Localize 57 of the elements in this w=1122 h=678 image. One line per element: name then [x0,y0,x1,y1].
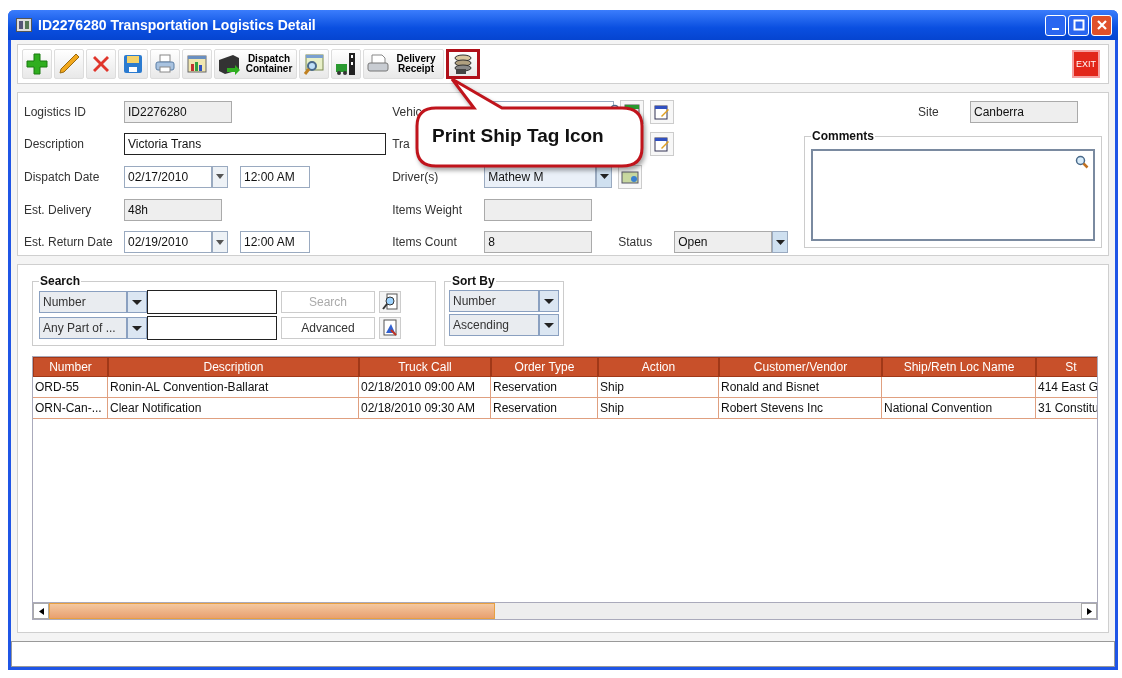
toolbar-labeled-button[interactable]: Dispatch Container [214,49,297,79]
exit-button[interactable]: EXIT [1072,50,1100,78]
table-cell: Ship [598,398,719,419]
callout-label: Print Ship Tag Icon [432,125,604,147]
date-field[interactable]: 02/19/2010 [124,231,212,254]
column-header[interactable]: Number [33,357,108,377]
site-field[interactable]: Canberra [970,101,1078,123]
sort-field-dropdown[interactable]: Number [449,290,539,312]
table-cell: ORN-Can-... [33,398,108,419]
column-header[interactable]: Customer/Vendor [719,357,882,377]
time-field[interactable]: 12:00 AM [240,166,310,188]
field-label: Vehic [392,104,423,119]
table-cell: 02/18/2010 09:30 AM [359,398,491,419]
group-title: Comments [811,129,875,143]
column-header[interactable]: Truck Call [359,357,491,377]
table-cell: Reservation [491,377,598,398]
table-cell: Clear Notification [108,398,359,419]
status-dropdown[interactable]: Open [674,231,773,254]
table-cell: Robert Stevens Inc [719,398,882,419]
field-label: Driver(s) [392,170,440,184]
column-header[interactable]: St [1036,357,1097,377]
advanced-button[interactable]: Advanced [281,317,375,339]
table-cell: 414 East G [1036,377,1097,398]
field-label: Dispatch Date [24,170,101,184]
time-field[interactable]: 12:00 AM [240,231,310,254]
column-header[interactable]: Description [108,357,359,377]
table-cell: Ronin-AL Convention-Ballarat [108,377,359,398]
field-label: Logistics ID [24,104,88,119]
table-cell: 02/18/2010 09:00 AM [359,377,491,398]
logistics-id-field[interactable]: ID2276280 [124,100,232,123]
field-label: Items Count [392,235,458,250]
field-label: Est. Delivery [24,202,93,217]
toolbar-labeled-button[interactable]: Delivery Receipt [363,49,444,79]
sort-order-dropdown[interactable]: Ascending [449,314,539,336]
group-title: Search [39,274,82,288]
date-field[interactable]: 02/17/2010 [124,166,212,188]
est-delivery-field[interactable]: 48h [124,198,222,221]
group-title: Sort By [451,274,496,288]
table-cell: Reservation [491,398,598,419]
field-label: Description [24,137,86,152]
column-header[interactable]: Action [598,357,719,377]
field-label: Tra [392,137,410,152]
table-cell: ORD-55 [33,377,108,398]
table-cell: Ship [598,377,719,398]
field-label: Items Weight [392,202,463,217]
column-header[interactable]: Order Type [491,357,598,377]
window-title: ID2276280 Transportation Logistics Detail [38,17,317,33]
table-cell: Ronald and Bisnet [719,377,882,398]
match-dropdown[interactable]: Any Part of ... [39,317,127,339]
search-field-dropdown[interactable]: Number [39,291,127,313]
description-field[interactable]: Victoria Trans [124,133,386,156]
field-label: Site [918,105,940,119]
field-label: Status [618,235,654,250]
table-cell: National Convention [882,398,1036,419]
field-label: Est. Return Date [24,235,114,250]
items-count-field[interactable]: 8 [484,231,593,254]
column-header[interactable]: Ship/Retn Loc Name [882,357,1036,377]
